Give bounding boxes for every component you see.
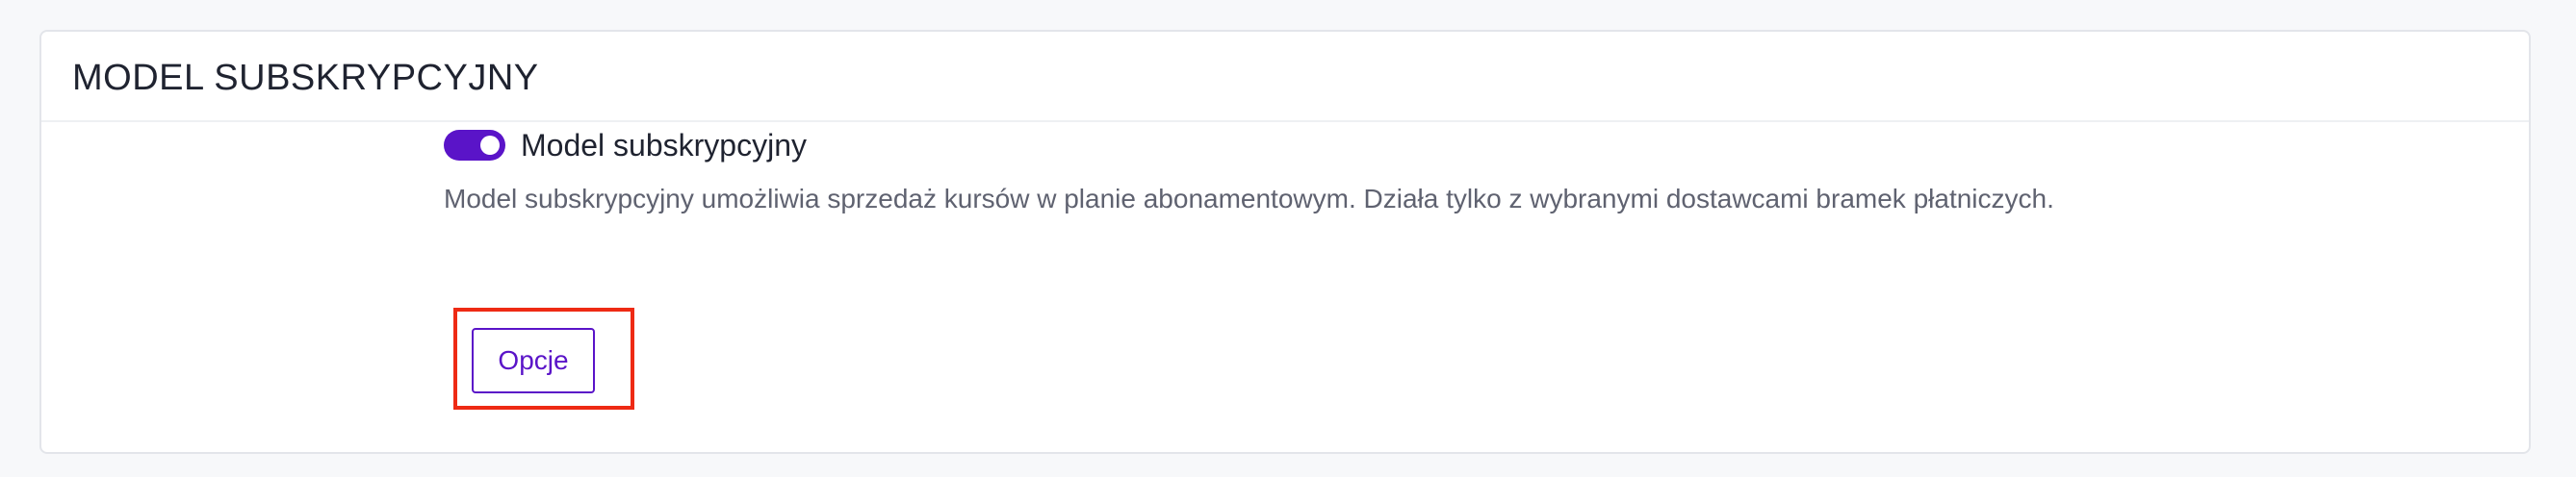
- options-highlight-frame: Opcje: [453, 308, 634, 410]
- card-title: MODEL SUBSKRYPCYJNY: [72, 58, 539, 98]
- subscription-description: Model subskrypcyjny umożliwia sprzedaż k…: [444, 184, 2054, 213]
- subscription-card: MODEL SUBSKRYPCYJNY: [39, 30, 2531, 454]
- toggle-row: Model subskrypcyjny: [444, 126, 2099, 164]
- options-button[interactable]: Opcje: [472, 328, 595, 393]
- toggle-knob: [480, 136, 500, 155]
- card-header: MODEL SUBSKRYPCYJNY: [41, 32, 2529, 122]
- subscription-toggle[interactable]: [444, 130, 505, 161]
- subscription-setting: Model subskrypcyjny Model subskrypcyjny …: [444, 126, 2099, 222]
- subscription-toggle-label: Model subskrypcyjny: [521, 128, 807, 163]
